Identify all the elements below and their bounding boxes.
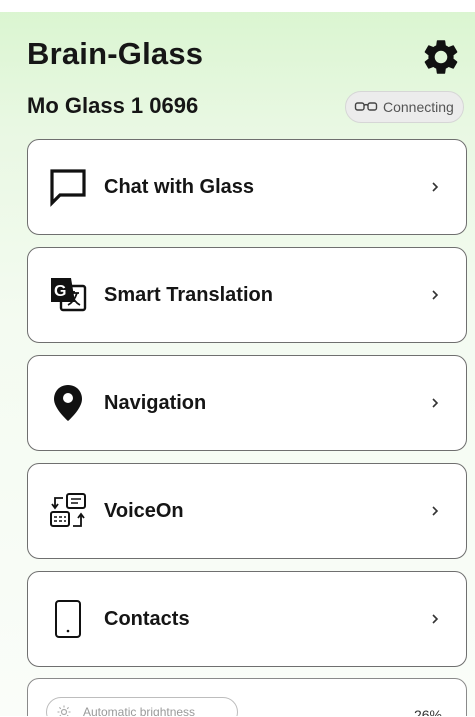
menu-item-smart-translation[interactable]: G Smart Translation (27, 247, 467, 343)
app-screen: Brain-Glass Mo Glass 1 0696 Connecting C… (0, 0, 475, 717)
map-pin-icon (46, 381, 90, 425)
app-title: Brain-Glass (27, 36, 204, 71)
phone-outline-icon (46, 597, 90, 641)
glasses-icon (354, 102, 378, 111)
menu-item-label: Contacts (104, 607, 190, 630)
device-name: Mo Glass 1 0696 (27, 93, 199, 118)
menu-item-label: Smart Translation (104, 283, 273, 306)
status-bar-strip (0, 0, 475, 12)
google-translate-icon: G (46, 273, 90, 317)
chevron-right-icon (428, 396, 442, 410)
menu-item-chat-with-glass[interactable]: Chat with Glass (27, 139, 467, 235)
settings-button[interactable] (418, 34, 464, 80)
gear-icon (424, 40, 458, 74)
connection-status-text: Connecting (383, 99, 454, 115)
menu-item-label: Chat with Glass (104, 175, 255, 198)
conversation-swap-icon (46, 489, 90, 533)
menu-item-contacts[interactable]: Contacts (27, 571, 467, 667)
connection-status-badge: Connecting (345, 91, 464, 123)
chevron-right-icon (428, 612, 442, 626)
chevron-right-icon (428, 288, 442, 302)
svg-text:G: G (54, 283, 66, 300)
chat-bubble-icon (46, 165, 90, 209)
chevron-right-icon (428, 180, 442, 194)
menu-item-navigation[interactable]: Navigation (27, 355, 467, 451)
auto-brightness-toggle[interactable]: Automatic brightness (46, 697, 238, 717)
menu-item-label: VoiceOn (104, 499, 184, 522)
chevron-right-icon (428, 504, 442, 518)
menu-item-label: Navigation (104, 391, 207, 414)
menu-item-voiceon[interactable]: VoiceOn (27, 463, 467, 559)
brightness-card: Automatic brightness 26% (27, 678, 467, 717)
